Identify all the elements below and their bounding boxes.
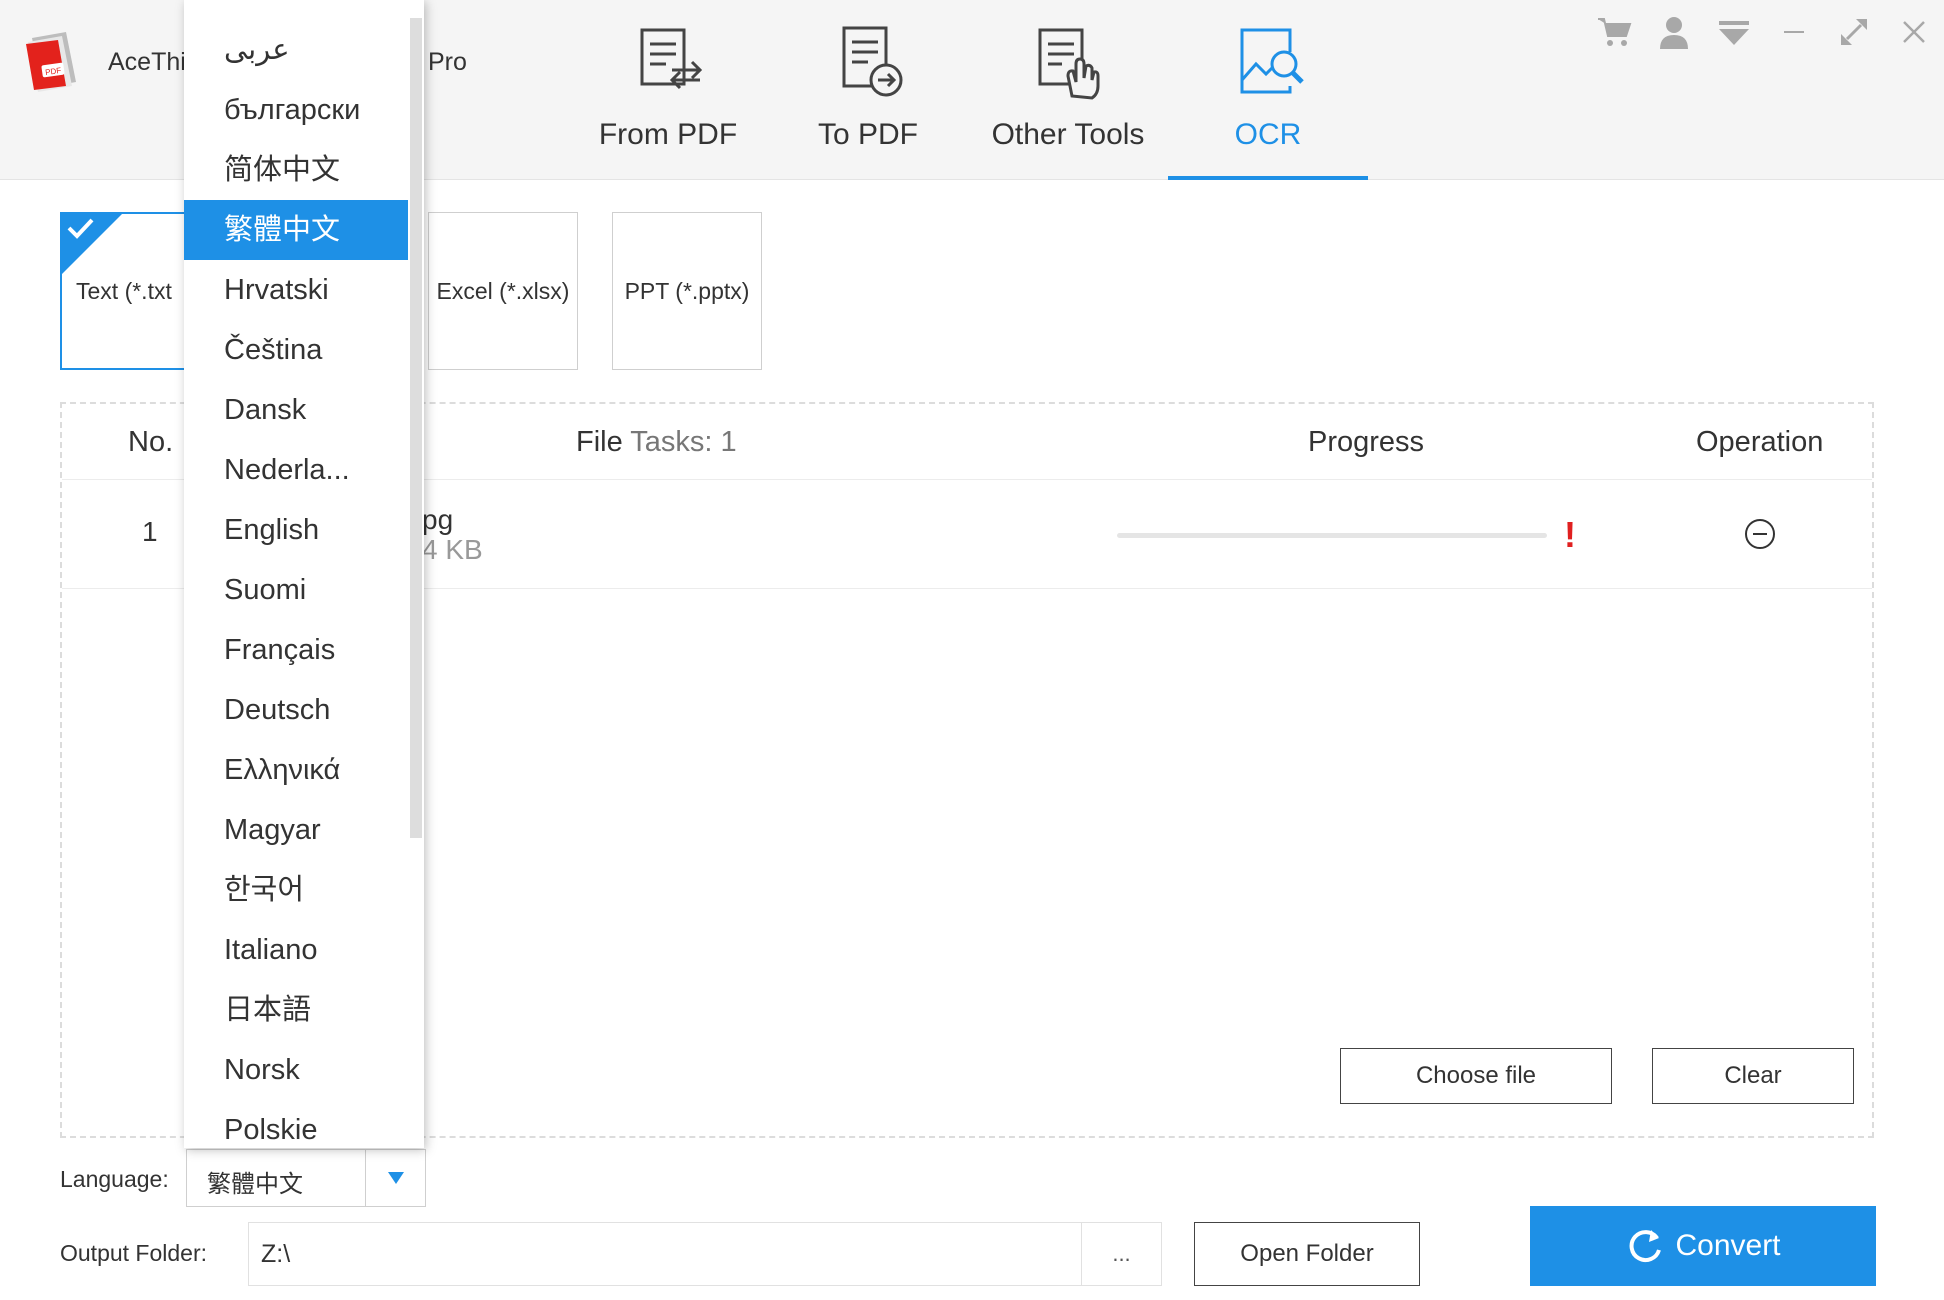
- language-option[interactable]: Polskie: [184, 1100, 408, 1148]
- language-option[interactable]: Norsk: [184, 1040, 408, 1100]
- language-label: Language:: [60, 1166, 169, 1192]
- minus-circle-icon: [1745, 519, 1775, 549]
- format-card-text-label: Text (*.txt: [76, 277, 172, 304]
- tab-ocr-label: OCR: [1234, 118, 1302, 151]
- app-title: AceThi: [108, 48, 186, 76]
- convert-button[interactable]: Convert: [1530, 1206, 1876, 1286]
- error-status-icon: !: [1564, 514, 1576, 555]
- language-option[interactable]: عربى: [184, 20, 408, 80]
- cart-icon[interactable]: [1594, 12, 1634, 52]
- format-card-ppt-label: PPT (*.pptx): [624, 277, 750, 304]
- column-header-no: No.: [128, 426, 174, 458]
- language-option[interactable]: Nederla...: [184, 440, 408, 500]
- refresh-icon: [1630, 1230, 1662, 1263]
- format-card-ppt[interactable]: PPT (*.pptx): [612, 212, 762, 370]
- language-option[interactable]: Deutsch: [184, 680, 408, 740]
- language-option[interactable]: Čeština: [184, 320, 408, 380]
- close-icon[interactable]: [1894, 12, 1934, 52]
- language-option[interactable]: Hrvatski: [184, 260, 408, 320]
- menu-icon[interactable]: [1714, 12, 1754, 52]
- output-folder-label: Output Folder:: [60, 1240, 208, 1266]
- maximize-icon[interactable]: [1834, 12, 1874, 52]
- choose-file-button[interactable]: Choose file: [1340, 1048, 1612, 1104]
- tab-from-pdf[interactable]: From PDF: [568, 24, 768, 180]
- app-logo-icon: PDF: [22, 30, 88, 96]
- task-count: Tasks: 1: [630, 426, 737, 458]
- column-header-operation: Operation: [1696, 426, 1824, 458]
- checkmark-icon: [67, 218, 94, 239]
- user-icon[interactable]: [1654, 12, 1694, 52]
- file-size: 4 KB: [422, 534, 483, 565]
- open-folder-button[interactable]: Open Folder: [1194, 1222, 1420, 1286]
- tab-ocr[interactable]: OCR: [1168, 24, 1368, 180]
- tab-to-pdf[interactable]: To PDF: [768, 24, 968, 180]
- output-folder-input[interactable]: [248, 1222, 1082, 1286]
- from-pdf-icon: [640, 28, 703, 90]
- tab-other-tools[interactable]: Other Tools: [968, 24, 1168, 180]
- language-option[interactable]: English: [184, 500, 408, 560]
- tab-other-tools-label: Other Tools: [991, 118, 1145, 151]
- browse-folder-button[interactable]: ...: [1082, 1222, 1162, 1286]
- ocr-icon: [1240, 28, 1304, 94]
- language-option[interactable]: Ελληνικά: [184, 740, 408, 800]
- remove-task-button[interactable]: [1744, 518, 1776, 550]
- clear-button[interactable]: Clear: [1652, 1048, 1854, 1104]
- format-card-excel[interactable]: Excel (*.xlsx): [428, 212, 578, 370]
- file-name: pg: [422, 504, 454, 535]
- column-header-file-label: File: [576, 426, 623, 458]
- minimize-icon[interactable]: [1774, 12, 1814, 52]
- language-options-list: عربى български 简体中文 繁體中文 Hrvatski Čeština Dans…: [184, 20, 408, 1148]
- language-option[interactable]: Suomi: [184, 560, 408, 620]
- dropdown-scrollbar[interactable]: [408, 0, 424, 1148]
- language-option[interactable]: български: [184, 80, 408, 140]
- chevron-down-icon[interactable]: [365, 1150, 425, 1206]
- tab-to-pdf-label: To PDF: [817, 118, 919, 151]
- language-option[interactable]: Français: [184, 620, 408, 680]
- column-header-progress: Progress: [1308, 426, 1425, 458]
- to-pdf-icon: [842, 26, 903, 97]
- convert-button-label: Convert: [1675, 1229, 1781, 1262]
- language-option[interactable]: 日本語: [184, 980, 408, 1040]
- row-number: 1: [142, 516, 158, 547]
- language-select[interactable]: 繁體中文: [186, 1149, 426, 1207]
- format-card-excel-label: Excel (*.xlsx): [436, 277, 570, 304]
- dropdown-scrollbar-thumb[interactable]: [410, 18, 422, 838]
- column-header-file: File Tasks: 1: [576, 426, 737, 459]
- other-tools-icon: [1038, 28, 1100, 100]
- tab-from-pdf-label: From PDF: [598, 118, 738, 151]
- language-dropdown: عربى български 简体中文 繁體中文 Hrvatski Čeština Dans…: [184, 0, 424, 1148]
- language-option[interactable]: Magyar: [184, 800, 408, 860]
- progress-bar: [1117, 533, 1547, 538]
- language-option[interactable]: 简体中文: [184, 140, 408, 200]
- language-select-value: 繁體中文: [207, 1171, 303, 1198]
- language-option[interactable]: 繁體中文: [184, 200, 408, 260]
- language-option[interactable]: Dansk: [184, 380, 408, 440]
- app-title-suffix: Pro: [428, 48, 467, 76]
- language-option[interactable]: Italiano: [184, 920, 408, 980]
- language-option[interactable]: 한국어: [184, 860, 408, 920]
